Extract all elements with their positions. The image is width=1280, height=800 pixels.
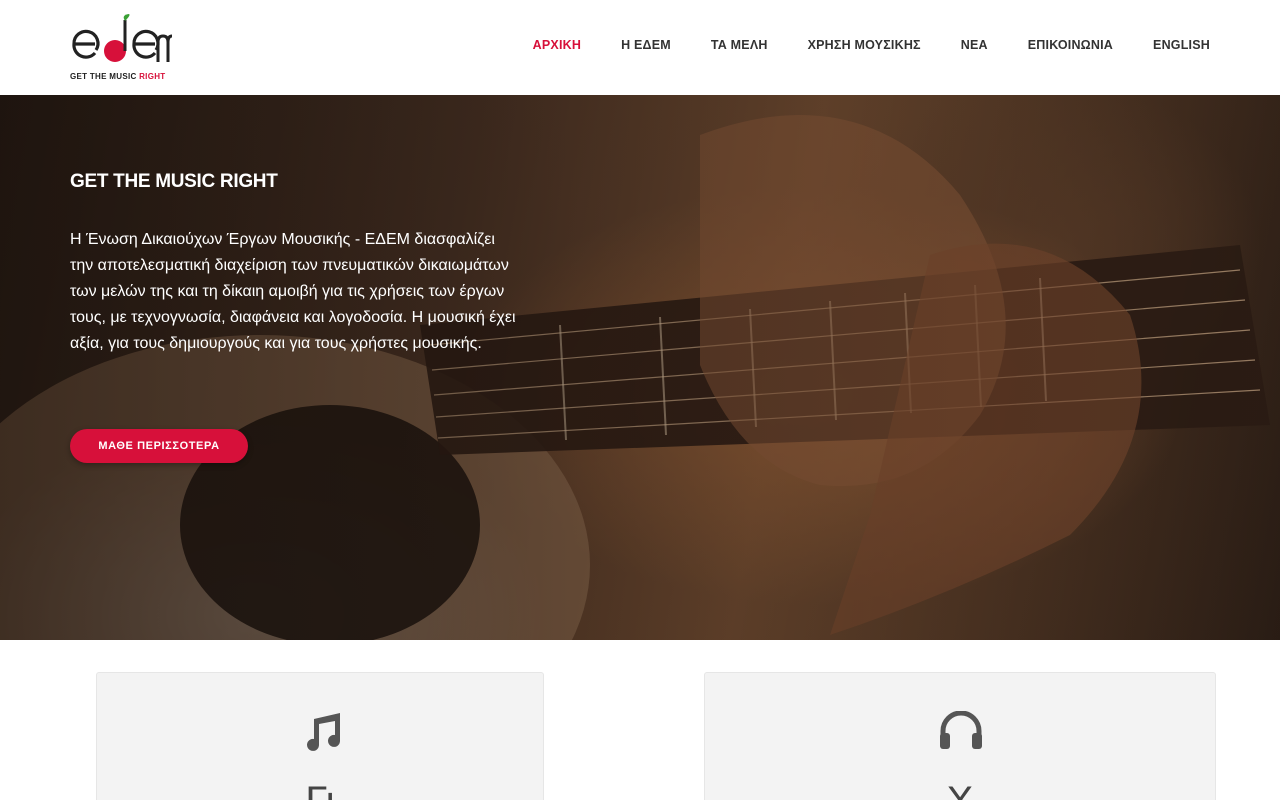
nav-item-news[interactable]: ΝΕΑ: [961, 38, 988, 52]
hero-banner: GET THE MUSIC RIGHT Η Ένωση Δικαιούχων Έ…: [0, 95, 1280, 640]
site-header: GET THE MUSIC RIGHT ΑΡΧΙΚΗ Η ΕΔΕΜ ΤΑ ΜΕΛ…: [0, 0, 1280, 95]
creators-card[interactable]: Γι: [96, 672, 544, 800]
headphones-icon: [940, 711, 982, 749]
nav-item-home[interactable]: ΑΡΧΙΚΗ: [533, 38, 581, 52]
nav-item-contact[interactable]: ΕΠΙΚΟΙΝΩΝΙΑ: [1028, 38, 1113, 52]
nav-item-english[interactable]: ENGLISH: [1153, 38, 1210, 52]
hero-title: GET THE MUSIC RIGHT: [70, 171, 278, 192]
logo-tagline: GET THE MUSIC RIGHT: [70, 72, 166, 81]
nav-item-members[interactable]: ΤΑ ΜΕΛΗ: [711, 38, 768, 52]
nav-item-about[interactable]: Η ΕΔΕΜ: [621, 38, 671, 52]
nav-item-music-use[interactable]: ΧΡΗΣΗ ΜΟΥΣΙΚΗΣ: [808, 38, 921, 52]
edem-logo[interactable]: GET THE MUSIC RIGHT: [70, 14, 172, 82]
learn-more-button[interactable]: ΜΑΘΕ ΠΕΡΙΣΣΟΤΕΡΑ: [70, 429, 248, 463]
edem-logo-mark: [72, 14, 172, 62]
card-title: Χ: [705, 779, 1215, 800]
main-nav: ΑΡΧΙΚΗ Η ΕΔΕΜ ΤΑ ΜΕΛΗ ΧΡΗΣΗ ΜΟΥΣΙΚΗΣ ΝΕΑ…: [533, 38, 1210, 52]
hero-description: Η Ένωση Δικαιούχων Έργων Μουσικής - ΕΔΕΜ…: [70, 231, 516, 352]
card-title: Γι: [97, 779, 543, 800]
music-users-card[interactable]: Χ: [704, 672, 1216, 800]
music-note-icon: [307, 713, 340, 751]
